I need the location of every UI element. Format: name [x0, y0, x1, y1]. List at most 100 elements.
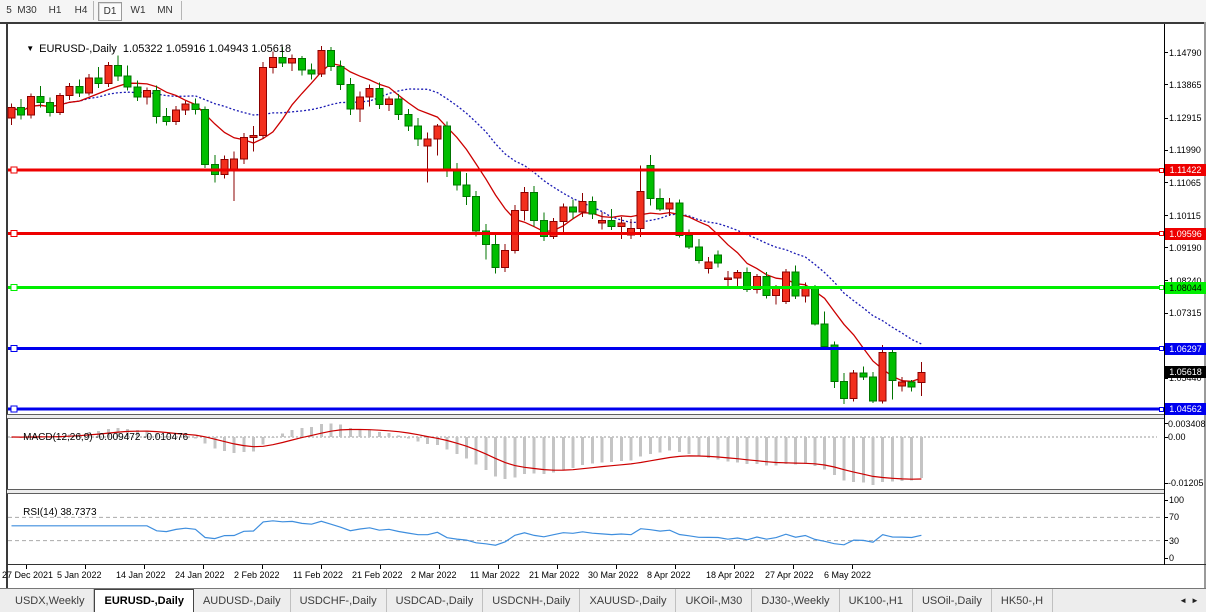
- candle-body: [724, 278, 731, 280]
- level-line-handle[interactable]: [11, 406, 17, 412]
- candle-body: [327, 50, 334, 66]
- rsi-panel-canvas[interactable]: [7, 494, 1164, 564]
- symbol-tab-uk100-h1[interactable]: UK100-,H1: [840, 589, 913, 612]
- timeframe-button-m30[interactable]: M30: [14, 2, 40, 19]
- main-chart-canvas[interactable]: [7, 26, 1164, 414]
- macd-bar: [513, 437, 516, 478]
- chart-bottom-line: [7, 564, 1206, 565]
- macd-bar: [320, 424, 323, 437]
- candle-body: [415, 126, 422, 139]
- level-line-handle[interactable]: [11, 167, 17, 173]
- level-line-handle[interactable]: [11, 285, 17, 291]
- date-axis-tick: [144, 565, 145, 569]
- candle-body: [763, 277, 770, 296]
- macd-bar: [901, 437, 904, 481]
- symbol-tab-usdcnh-daily[interactable]: USDCNH-,Daily: [483, 589, 580, 612]
- date-axis-label: 27 Dec 2021: [2, 570, 53, 580]
- symbol-tab-usoil-daily[interactable]: USOil-,Daily: [913, 589, 992, 612]
- date-axis-tick: [616, 565, 617, 569]
- date-axis-label: 5 Jan 2022: [57, 570, 102, 580]
- rsi-indicator-value: 38.7373: [60, 507, 96, 518]
- candle-body: [792, 272, 799, 296]
- candle-body: [695, 247, 702, 261]
- timeframe-button-w1[interactable]: W1: [128, 2, 148, 19]
- date-axis-tick: [26, 565, 27, 569]
- price-level-box-1.09596: 1.09596: [1165, 228, 1206, 240]
- macd-axis-label: 0.00: [1168, 432, 1186, 442]
- macd-bar: [610, 437, 613, 462]
- candle-body: [560, 207, 567, 222]
- macd-bar: [271, 437, 274, 438]
- macd-bar: [862, 437, 865, 483]
- macd-bar: [494, 437, 497, 476]
- macd-bar: [426, 437, 429, 444]
- timeframe-button-d1[interactable]: D1: [98, 2, 122, 21]
- candle-body: [598, 220, 605, 223]
- symbol-tab-usdchf-daily[interactable]: USDCHF-,Daily: [291, 589, 387, 612]
- symbol-tab-usdcad-daily[interactable]: USDCAD-,Daily: [387, 589, 484, 612]
- macd-bar: [804, 437, 807, 464]
- candle-body: [308, 70, 315, 74]
- candle-body: [870, 377, 877, 401]
- macd-bar: [542, 437, 545, 474]
- macd-bar: [717, 437, 720, 459]
- date-axis-tick: [439, 565, 440, 569]
- candle-body: [908, 382, 915, 387]
- symbol-tab-eurusd-daily[interactable]: EURUSD-,Daily: [94, 589, 193, 612]
- candle-body: [424, 139, 431, 146]
- level-line-handle[interactable]: [11, 346, 17, 352]
- symbol-dropdown-icon[interactable]: ▼: [26, 44, 34, 53]
- date-axis-label: 11 Feb 2022: [293, 570, 343, 580]
- macd-bar: [630, 437, 633, 461]
- timeframe-button-h4[interactable]: H4: [72, 2, 90, 19]
- tab-scroll-left-button[interactable]: ◄: [1179, 596, 1187, 605]
- macd-bar: [204, 437, 207, 444]
- symbol-tab-xauusd-daily[interactable]: XAUUSD-,Daily: [580, 589, 676, 612]
- date-axis-tick: [321, 565, 322, 569]
- toolbar-separator: [181, 1, 182, 20]
- macd-bar: [794, 437, 797, 464]
- date-axis-tick: [852, 565, 853, 569]
- macd-bar: [388, 433, 391, 437]
- price-axis-label: 1.12915: [1169, 113, 1202, 123]
- candle-body: [231, 159, 238, 169]
- level-line-handle[interactable]: [11, 231, 17, 237]
- candle-body: [618, 223, 625, 226]
- symbol-tab-dj30-weekly[interactable]: DJ30-,Weekly: [752, 589, 839, 612]
- date-axis-label: 11 Mar 2022: [470, 570, 520, 580]
- symbol-tab-audusd-daily[interactable]: AUDUSD-,Daily: [194, 589, 291, 612]
- candle-body: [879, 353, 886, 401]
- candle-body: [463, 185, 470, 197]
- candle-body: [686, 236, 693, 247]
- candle-body: [531, 192, 538, 220]
- moving-averages: [12, 63, 922, 381]
- date-axis-label: 24 Jan 2022: [175, 570, 225, 580]
- macd-bar: [281, 434, 284, 437]
- candle-body: [347, 84, 354, 108]
- macd-bar: [891, 437, 894, 482]
- macd-bar: [659, 437, 662, 453]
- candle-body: [705, 262, 712, 269]
- symbol-tab-ukoil-m30[interactable]: UKOil-,M30: [676, 589, 752, 612]
- tab-scroll-right-button[interactable]: ►: [1191, 596, 1199, 605]
- timeframe-button-5[interactable]: 5: [4, 2, 14, 19]
- trading-terminal: 5M30H1H4D1W1MN ▼EURUSD-,Daily 1.05322 1.…: [0, 0, 1206, 612]
- symbol-tab-usdx-weekly[interactable]: USDX,Weekly: [6, 589, 94, 612]
- candle-body: [298, 59, 305, 70]
- candle-body: [8, 107, 15, 117]
- symbol-tab-hk50-h[interactable]: HK50-,H: [992, 589, 1053, 612]
- timeframe-button-mn[interactable]: MN: [154, 2, 176, 19]
- candle-body: [666, 203, 673, 209]
- macd-bar: [291, 430, 294, 437]
- macd-bar: [368, 430, 371, 437]
- candle-body: [260, 68, 267, 136]
- macd-bar: [813, 437, 816, 466]
- candle-body: [76, 87, 83, 93]
- macd-axis-label: 0.003408: [1168, 419, 1206, 429]
- candle-body: [56, 96, 63, 113]
- macd-bar: [223, 437, 226, 451]
- candle-body: [85, 78, 92, 93]
- candle-body: [395, 99, 402, 114]
- macd-bar: [523, 437, 526, 474]
- timeframe-button-h1[interactable]: H1: [46, 2, 64, 19]
